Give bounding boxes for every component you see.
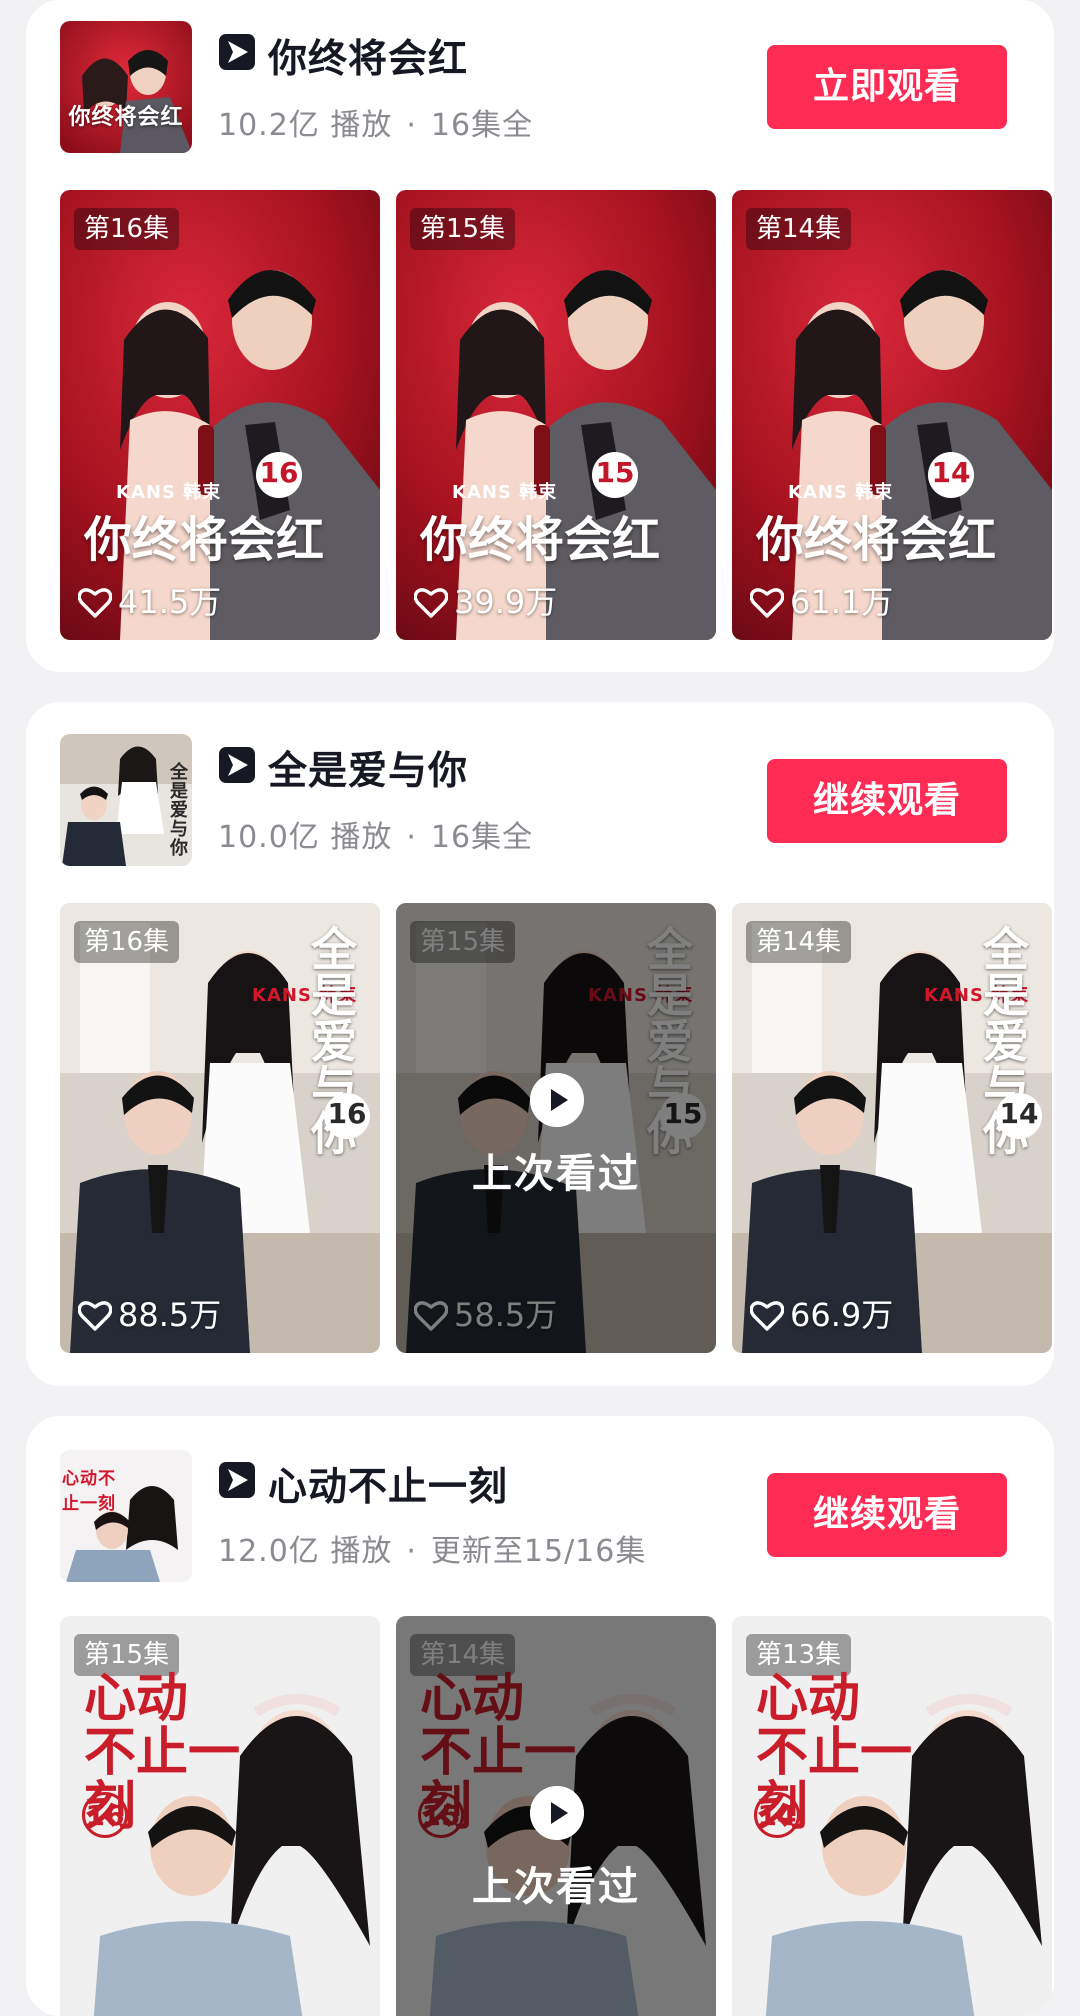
heart-outline-icon xyxy=(749,1301,785,1331)
poster-title: 你终将会红 xyxy=(84,512,325,568)
episode-card[interactable]: 第13集 心动 不止一刻 14 xyxy=(732,1616,1052,2016)
episode-status: 16集全 xyxy=(430,108,534,143)
episode-number-badge: 16 xyxy=(82,1792,128,1838)
episode-poster xyxy=(732,190,1052,640)
drama-meta: 10.0亿 播放 · 16集全 xyxy=(218,812,533,856)
episode-status: 16集全 xyxy=(430,820,534,855)
episode-number-badge: 14 xyxy=(996,1093,1042,1139)
drama-play-logo-icon xyxy=(219,1462,255,1498)
episode-card[interactable]: 第14集 KANS 韩束 全是爱与你 14 66.9万 xyxy=(732,903,1052,1353)
episode-badge: 第16集 xyxy=(74,208,180,250)
watch-now-button[interactable]: 立即观看 xyxy=(767,45,1007,129)
like-count-value: 61.1万 xyxy=(790,583,894,621)
episode-status: 更新至15/16集 xyxy=(430,1534,647,1569)
drama-title[interactable]: 心动不止一刻 xyxy=(268,1456,508,1512)
episode-card[interactable]: 第15集 心动 不止一刻 16 xyxy=(60,1616,380,2016)
drama-play-logo-icon xyxy=(219,747,255,783)
episode-number-badge: 16 xyxy=(324,1093,370,1139)
episode-card-watched[interactable]: 第15集 KANS 韩束 全是爱与你 15 58.5万 上次看过 xyxy=(396,903,716,1353)
poster-title: 你终将会红 xyxy=(756,512,997,568)
play-count: 10.2亿 播放 xyxy=(218,108,393,143)
drama-card-header: 你终将会红 你终将会红 10.2亿 播放 · 16集全 立即观看 xyxy=(26,0,1054,170)
episode-card[interactable]: 第14集 KANS 韩束 14 你终将会红 61.1万 xyxy=(732,190,1052,640)
thumbnail-caption: 全是爱与你 xyxy=(167,762,188,857)
heart-outline-icon xyxy=(77,588,113,618)
like-count: 41.5万 xyxy=(77,582,222,622)
episode-badge: 第16集 xyxy=(74,921,180,963)
drama-card-1: 你终将会红 你终将会红 10.2亿 播放 · 16集全 立即观看 第16集 KA… xyxy=(26,0,1054,672)
drama-title[interactable]: 你终将会红 xyxy=(268,28,468,84)
play-circle-icon xyxy=(530,1786,584,1840)
episode-badge: 第14集 xyxy=(746,921,852,963)
episode-card[interactable]: 第16集 KANS 韩束 全是爱与你 16 88.5万 xyxy=(60,903,380,1353)
like-count-value: 88.5万 xyxy=(118,1296,222,1334)
drama-card-2: 全是爱与你 全是爱与你 10.0亿 播放 · 16集全 继续观看 第16集 KA… xyxy=(26,702,1054,1386)
heart-outline-icon xyxy=(749,588,785,618)
drama-card-3: 心动不止一刻 心动不止一刻 12.0亿 播放 · 更新至15/16集 继续观看 xyxy=(26,1416,1054,2016)
drama-card-header: 心动不止一刻 心动不止一刻 12.0亿 播放 · 更新至15/16集 继续观看 xyxy=(26,1416,1054,1586)
play-circle-icon xyxy=(530,1073,584,1127)
episode-badge: 第14集 xyxy=(746,208,852,250)
like-count-value: 39.9万 xyxy=(454,583,558,621)
episode-number-badge: 15 xyxy=(592,452,638,498)
thumbnail-caption: 心动不止一刻 xyxy=(62,1469,116,1514)
like-count: 61.1万 xyxy=(749,582,894,622)
meta-separator: · xyxy=(406,1534,417,1569)
episode-number-badge: 16 xyxy=(256,452,302,498)
play-count: 12.0亿 播放 xyxy=(218,1534,393,1569)
continue-watching-button[interactable]: 继续观看 xyxy=(767,1473,1007,1557)
episode-number-badge: 14 xyxy=(928,452,974,498)
heart-outline-icon xyxy=(77,1301,113,1331)
play-count: 10.0亿 播放 xyxy=(218,820,393,855)
episode-poster xyxy=(60,190,380,640)
episode-badge: 第15集 xyxy=(410,208,516,250)
like-count-value: 41.5万 xyxy=(118,583,222,621)
thumbnail-caption: 你终将会红 xyxy=(68,104,184,130)
episode-card-watched[interactable]: 第14集 心动 不止一刻 15 上次看过 xyxy=(396,1616,716,2016)
meta-separator: · xyxy=(406,820,417,855)
like-count: 66.9万 xyxy=(749,1295,894,1335)
episode-poster xyxy=(396,190,716,640)
drama-play-logo-icon xyxy=(219,34,255,70)
drama-card-header: 全是爱与你 全是爱与你 10.0亿 播放 · 16集全 继续观看 xyxy=(26,702,1054,872)
drama-meta: 12.0亿 播放 · 更新至15/16集 xyxy=(218,1526,646,1570)
last-watched-label: 上次看过 xyxy=(472,1864,640,1910)
episode-number-badge: 14 xyxy=(754,1792,800,1838)
drama-thumbnail-art xyxy=(60,21,192,153)
last-watched-label: 上次看过 xyxy=(472,1151,640,1197)
meta-separator: · xyxy=(406,108,417,143)
drama-thumbnail[interactable]: 你终将会红 xyxy=(60,21,192,153)
drama-thumbnail[interactable]: 心动不止一刻 xyxy=(60,1450,192,1582)
like-count: 88.5万 xyxy=(77,1295,222,1335)
like-count: 39.9万 xyxy=(413,582,558,622)
like-count-value: 66.9万 xyxy=(790,1296,894,1334)
continue-watching-button[interactable]: 继续观看 xyxy=(767,759,1007,843)
drama-meta: 10.2亿 播放 · 16集全 xyxy=(218,100,533,144)
heart-outline-icon xyxy=(413,588,449,618)
drama-title[interactable]: 全是爱与你 xyxy=(268,740,468,796)
poster-title: 你终将会红 xyxy=(420,512,661,568)
watched-overlay xyxy=(396,903,716,1353)
drama-thumbnail[interactable]: 全是爱与你 xyxy=(60,734,192,866)
episode-card[interactable]: 第15集 KANS 韩束 15 你终将会红 39.9万 xyxy=(396,190,716,640)
episode-card[interactable]: 第16集 KANS 韩束 16 你终将会红 41.5万 xyxy=(60,190,380,640)
